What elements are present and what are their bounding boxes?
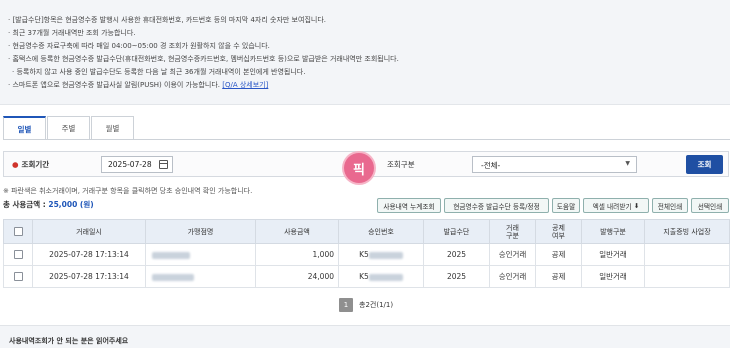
cell-trade-type[interactable]: 승인거래 (489, 243, 536, 266)
period-label: 조회기간 (21, 160, 50, 169)
table-row[interactable]: 2025-07-28 17:13:14 24,000 K5 2025 승인거래 … (3, 265, 730, 288)
header-deduct: 공제 여부 (535, 219, 582, 244)
checkbox[interactable] (13, 227, 23, 236)
header-merchant: 가맹점명 (145, 219, 256, 244)
transactions-table: 거래일시 가맹점명 사용금액 승인번호 발급수단 거래 구분 공제 여부 발행구… (3, 219, 730, 288)
pagination: 1 총2건(1/1) (339, 298, 393, 312)
cell-merchant-redacted (145, 265, 256, 288)
notice-line: · [발급수단]항목은 현금영수증 발행시 사용한 휴대전화번호, 카드번호 등… (8, 16, 326, 24)
category-value: -전체- (481, 161, 501, 170)
cell-amount: 1,000 (255, 243, 339, 266)
redacted-text (368, 251, 403, 259)
total-value: 25,000 (원) (48, 200, 94, 209)
total-label: 총 사용금액 : (3, 200, 46, 209)
checkbox[interactable] (13, 272, 23, 282)
help-section-title[interactable]: 사용내역조회가 안 되는 분은 읽어주세요 (0, 325, 730, 348)
calendar-icon[interactable] (159, 160, 168, 169)
notice-line: · 등록하지 않고 사용 중인 발급수단도 등록한 다음 날 최근 36개월 거… (12, 68, 306, 76)
excel-download-button[interactable]: 엑셀 내려받기 ⬇ (583, 198, 649, 213)
cell-business (644, 243, 730, 266)
header-approval: 승인번호 (338, 219, 424, 244)
help-button[interactable]: 도움말 (552, 198, 580, 213)
table-row[interactable]: 2025-07-28 17:13:14 1,000 K5 2025 승인거래 공… (3, 243, 730, 266)
watermark-badge: 픽 (344, 153, 374, 183)
cell-amount: 24,000 (255, 265, 339, 288)
page: · [발급수단]항목은 현금영수증 발행시 사용한 휴대전화번호, 카드번호 등… (0, 0, 730, 348)
qa-detail-link[interactable]: [Q/A 상세보기] (222, 81, 268, 89)
download-icon: ⬇ (633, 201, 640, 210)
approval-prefix: K5 (359, 272, 369, 281)
cell-trade-type[interactable]: 승인거래 (489, 265, 536, 288)
cell-approval: K5 (338, 265, 424, 288)
cell-issue-type: 일반거래 (581, 265, 645, 288)
cell-issue-means: 2025 (423, 243, 490, 266)
notice-box: · [발급수단]항목은 현금영수증 발행시 사용한 휴대전화번호, 카드번호 등… (0, 0, 730, 105)
cell-approval: K5 (338, 243, 424, 266)
header-select-all[interactable] (3, 219, 33, 244)
tab-daily[interactable]: 일별 (3, 116, 46, 140)
tab-divider (3, 139, 730, 140)
row-select[interactable] (3, 265, 33, 288)
cancel-note: ※ 파란색은 취소거래이며, 거래구분 항목을 클릭하면 당초 승인내역 확인 … (3, 187, 253, 195)
required-dot: ● (12, 160, 19, 169)
search-button[interactable]: 조회 (686, 155, 723, 174)
page-current[interactable]: 1 (339, 298, 353, 312)
notice-line: · 최근 37개월 거래내역만 조회 가능합니다. (8, 29, 136, 37)
print-all-button[interactable]: 전체인쇄 (652, 198, 688, 213)
excel-download-label: 엑셀 내려받기 (592, 202, 632, 211)
chevron-down-icon: ▼ (625, 160, 630, 167)
redacted-text (152, 273, 194, 281)
tab-weekly[interactable]: 주별 (47, 116, 90, 140)
register-means-button[interactable]: 현금영수증 발급수단 등록/정정 (444, 198, 549, 213)
category-label: 조회구분 (387, 160, 415, 169)
header-trade-type: 거래 구분 (489, 219, 536, 244)
cell-business (644, 265, 730, 288)
date-value: 2025-07-28 (108, 160, 152, 169)
print-selected-button[interactable]: 선택인쇄 (691, 198, 729, 213)
cumulative-lookup-button[interactable]: 사용내역 누계조회 (377, 198, 441, 213)
notice-line: · 스마트폰 앱으로 현금영수증 발급사실 알림(PUSH) 이용이 가능합니다… (8, 81, 220, 89)
total-amount: 총 사용금액 : 25,000 (원) (3, 199, 94, 210)
cell-issue-type: 일반거래 (581, 243, 645, 266)
tab-monthly[interactable]: 월별 (91, 116, 134, 140)
cell-issue-means: 2025 (423, 265, 490, 288)
header-business: 지출증빙 사업장 (644, 219, 730, 244)
header-issue-type: 발행구분 (581, 219, 645, 244)
checkbox[interactable] (13, 250, 23, 260)
date-input[interactable]: 2025-07-28 (101, 156, 173, 173)
notice-line-push: · 스마트폰 앱으로 현금영수증 발급사실 알림(PUSH) 이용이 가능합니다… (8, 81, 268, 90)
cell-datetime: 2025-07-28 17:13:14 (32, 265, 146, 288)
redacted-text (368, 273, 403, 281)
redacted-text (152, 251, 190, 259)
period-label-wrap: ● 조회기간 (12, 159, 49, 170)
cell-deduct: 공제 (535, 265, 582, 288)
row-select[interactable] (3, 243, 33, 266)
page-info: 총2건(1/1) (359, 301, 394, 309)
header-amount: 사용금액 (255, 219, 339, 244)
cell-datetime: 2025-07-28 17:13:14 (32, 243, 146, 266)
table-header: 거래일시 가맹점명 사용금액 승인번호 발급수단 거래 구분 공제 여부 발행구… (3, 219, 730, 244)
period-tabs: 일별 주별 월별 (3, 116, 135, 140)
cell-deduct: 공제 (535, 243, 582, 266)
notice-line: · 현금영수증 자료구축에 따라 매일 04:00~05:00 경 조회가 원활… (8, 42, 270, 50)
category-select[interactable]: -전체- ▼ (472, 156, 637, 173)
header-issue-means: 발급수단 (423, 219, 490, 244)
approval-prefix: K5 (359, 250, 369, 259)
header-datetime: 거래일시 (32, 219, 146, 244)
cell-merchant-redacted (145, 243, 256, 266)
notice-line: · 홈택스에 등록한 현금영수증 발급수단(휴대전화번호, 현금영수증카드번호,… (8, 55, 399, 63)
